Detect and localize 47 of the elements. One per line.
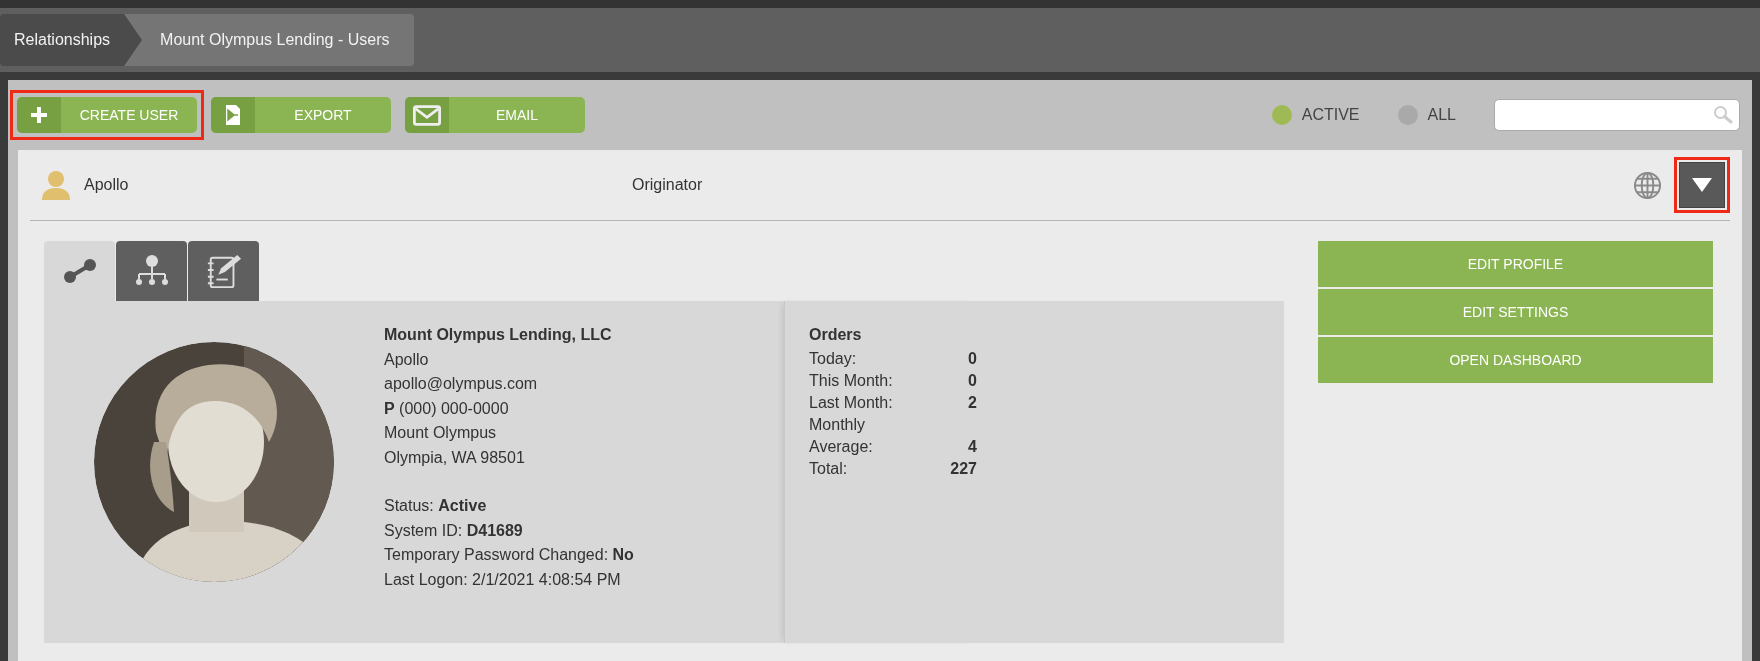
globe-icon[interactable] <box>1633 170 1662 200</box>
order-label: Last Month: <box>809 392 894 413</box>
contact-line: P (000) 000-0000 <box>384 398 510 419</box>
org-chart-icon <box>134 255 169 287</box>
plus-icon <box>31 107 47 123</box>
search-field[interactable] <box>1494 99 1740 131</box>
search-icon <box>1713 105 1733 125</box>
action-button[interactable]: EDIT PROFILE <box>1318 241 1713 287</box>
contact-line: Olympia, WA 98501 <box>384 447 526 468</box>
status-line: Status: Active <box>384 496 488 516</box>
breadcrumb-item[interactable]: Mount Olympus Lending - Users <box>124 14 414 66</box>
filter-radio[interactable]: ALL <box>1397 105 1456 125</box>
order-count: 0 <box>967 348 977 369</box>
action-button[interactable]: EDIT SETTINGS <box>1318 289 1713 335</box>
document-icon <box>225 104 241 126</box>
orders-heading: Orders <box>809 325 863 345</box>
action-button[interactable]: OPEN DASHBOARD <box>1318 337 1713 383</box>
tab[interactable] <box>116 241 187 301</box>
contact-line: Apollo <box>384 349 430 370</box>
order-label: Monthly Average: <box>809 414 874 457</box>
create-user-button[interactable]: CREATE USER <box>17 97 197 133</box>
caret-icon <box>1692 178 1712 192</box>
company-name: Mount Olympus Lending, LLC <box>384 325 613 345</box>
contact-line: Mount Olympus <box>384 423 498 443</box>
envelope-icon <box>413 104 441 126</box>
connection-icon <box>62 259 97 283</box>
order-count: 2 <box>967 392 977 413</box>
status-line: System ID: D41689 <box>384 520 524 541</box>
order-count: 227 <box>949 458 977 479</box>
email-button[interactable]: EMAIL <box>405 97 585 133</box>
status-line: Last Logon: 2/1/2021 4:08:54 PM <box>384 569 622 590</box>
contact-line: apollo@olympus.com <box>384 374 539 394</box>
tab[interactable] <box>44 241 115 301</box>
order-count: 0 <box>967 370 977 391</box>
order-label: Total: <box>809 458 849 479</box>
order-label: This Month: <box>809 370 894 391</box>
user-name: Apollo <box>84 176 130 194</box>
status-line: Temporary Password Changed: No <box>384 545 635 565</box>
filter-radio[interactable]: ACTIVE <box>1271 105 1360 125</box>
breadcrumb-item[interactable]: Relationships <box>0 14 143 66</box>
order-count: 4 <box>967 436 977 457</box>
tab[interactable] <box>188 241 259 301</box>
user-role: Originator <box>632 176 703 194</box>
order-label: Today: <box>809 348 858 369</box>
notebook-pen-icon <box>205 252 242 290</box>
user-icon <box>42 170 70 200</box>
export-button[interactable]: EXPORT <box>211 97 391 133</box>
